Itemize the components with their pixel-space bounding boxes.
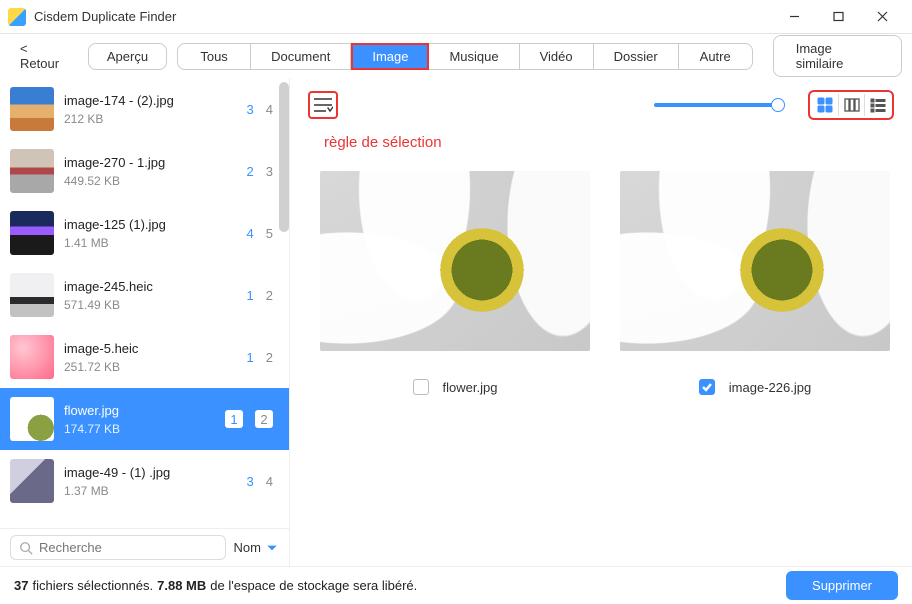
minimize-button[interactable] bbox=[772, 0, 816, 34]
preview-image bbox=[620, 171, 890, 351]
search-input[interactable] bbox=[10, 535, 226, 560]
list-item[interactable]: image-245.heic 571.49 KB 12 bbox=[0, 264, 289, 326]
grid-icon bbox=[817, 97, 833, 113]
file-list[interactable]: image-174 - (2).jpg 212 KB 34 image-270 … bbox=[0, 78, 289, 528]
thumbnail-icon bbox=[10, 273, 54, 317]
list-item[interactable]: image-49 - (1) .jpg 1.37 MB 34 bbox=[0, 450, 289, 512]
count-selected: 4 bbox=[247, 226, 254, 241]
select-checkbox[interactable] bbox=[699, 379, 715, 395]
file-name: image-245.heic bbox=[64, 279, 237, 294]
count-total: 2 bbox=[266, 288, 273, 303]
file-size: 251.72 KB bbox=[64, 360, 237, 374]
list-item[interactable]: image-174 - (2).jpg 212 KB 34 bbox=[0, 78, 289, 140]
tab-music[interactable]: Musique bbox=[429, 43, 519, 70]
list-item[interactable]: image-270 - 1.jpg 449.52 KB 23 bbox=[0, 140, 289, 202]
sort-label: Nom bbox=[234, 540, 261, 555]
file-name: image-49 - (1) .jpg bbox=[64, 465, 237, 480]
preview-image bbox=[320, 171, 590, 351]
preview-card[interactable]: image-226.jpg bbox=[620, 171, 890, 395]
selection-rule-label: règle de sélection bbox=[324, 134, 894, 151]
selected-count-suffix: fichiers sélectionnés. bbox=[32, 578, 153, 593]
window-title: Cisdem Duplicate Finder bbox=[34, 9, 772, 24]
similar-image-button[interactable]: Image similaire bbox=[773, 35, 902, 77]
thumbnail-icon bbox=[10, 87, 54, 131]
preview-button[interactable]: Aperçu bbox=[88, 43, 167, 70]
file-name: image-125 (1).jpg bbox=[64, 217, 237, 232]
preview-grid: flower.jpg image-226.jpg bbox=[320, 171, 894, 395]
file-name: image-270 - 1.jpg bbox=[64, 155, 237, 170]
thumbnail-icon bbox=[10, 335, 54, 379]
list-item[interactable]: flower.jpg 174.77 KB 12 bbox=[0, 388, 289, 450]
count-total: 5 bbox=[266, 226, 273, 241]
view-columns-button[interactable] bbox=[838, 94, 864, 116]
app-logo-icon bbox=[8, 8, 26, 26]
toolbar: < Retour Aperçu Tous Document Image Musi… bbox=[0, 34, 912, 78]
count-selected: 3 bbox=[247, 102, 254, 117]
thumbnail-icon bbox=[10, 397, 54, 441]
tab-document[interactable]: Document bbox=[251, 43, 351, 70]
file-size: 212 KB bbox=[64, 112, 237, 126]
tab-other[interactable]: Autre bbox=[679, 43, 753, 70]
count-total: 2 bbox=[255, 410, 273, 428]
search-icon bbox=[19, 541, 33, 555]
title-bar: Cisdem Duplicate Finder bbox=[0, 0, 912, 34]
count-selected: 1 bbox=[247, 350, 254, 365]
preview-filename: flower.jpg bbox=[443, 380, 498, 395]
list-item[interactable]: image-125 (1).jpg 1.41 MB 45 bbox=[0, 202, 289, 264]
close-button[interactable] bbox=[860, 0, 904, 34]
scrollbar[interactable] bbox=[279, 82, 289, 232]
selection-rule-button[interactable] bbox=[308, 91, 338, 119]
file-size: 1.37 MB bbox=[64, 484, 237, 498]
back-button[interactable]: < Retour bbox=[10, 35, 78, 77]
sort-dropdown[interactable]: Nom bbox=[234, 540, 279, 555]
main-area: image-174 - (2).jpg 212 KB 34 image-270 … bbox=[0, 78, 912, 566]
tab-video[interactable]: Vidéo bbox=[520, 43, 594, 70]
view-grid-button[interactable] bbox=[812, 94, 838, 116]
zoom-slider[interactable] bbox=[352, 103, 794, 107]
file-size: 449.52 KB bbox=[64, 174, 237, 188]
count-total: 3 bbox=[266, 164, 273, 179]
status-bar: 37 fichiers sélectionnés. 7.88 MB de l'e… bbox=[0, 566, 912, 604]
count-total: 4 bbox=[266, 102, 273, 117]
count-selected: 1 bbox=[225, 410, 243, 428]
view-mode-group bbox=[808, 90, 894, 120]
thumbnail-icon bbox=[10, 211, 54, 255]
file-name: image-174 - (2).jpg bbox=[64, 93, 237, 108]
file-name: image-5.heic bbox=[64, 341, 237, 356]
count-total: 2 bbox=[266, 350, 273, 365]
freed-size: 7.88 MB bbox=[157, 578, 206, 593]
file-size: 174.77 KB bbox=[64, 422, 215, 436]
count-total: 4 bbox=[266, 474, 273, 489]
sidebar: image-174 - (2).jpg 212 KB 34 image-270 … bbox=[0, 78, 290, 566]
select-checkbox[interactable] bbox=[413, 379, 429, 395]
file-size: 1.41 MB bbox=[64, 236, 237, 250]
delete-button[interactable]: Supprimer bbox=[786, 571, 898, 600]
thumbnail-icon bbox=[10, 149, 54, 193]
thumbnail-icon bbox=[10, 459, 54, 503]
preview-card[interactable]: flower.jpg bbox=[320, 171, 590, 395]
columns-icon bbox=[844, 97, 860, 113]
view-list-button[interactable] bbox=[864, 94, 890, 116]
file-name: flower.jpg bbox=[64, 403, 215, 418]
count-selected: 3 bbox=[247, 474, 254, 489]
count-selected: 1 bbox=[247, 288, 254, 303]
count-selected: 2 bbox=[247, 164, 254, 179]
file-size: 571.49 KB bbox=[64, 298, 237, 312]
freed-size-suffix: de l'espace de stockage sera libéré. bbox=[210, 578, 417, 593]
category-tabs: Tous Document Image Musique Vidéo Dossie… bbox=[177, 43, 753, 70]
sidebar-bottom-bar: Nom bbox=[0, 528, 289, 566]
tab-folder[interactable]: Dossier bbox=[594, 43, 679, 70]
selected-count: 37 bbox=[14, 578, 28, 593]
list-icon bbox=[870, 97, 886, 113]
check-icon bbox=[702, 382, 712, 392]
list-item[interactable]: image-5.heic 251.72 KB 12 bbox=[0, 326, 289, 388]
detail-pane: règle de sélection flower.jpg image-226.… bbox=[290, 78, 912, 566]
tab-all[interactable]: Tous bbox=[177, 43, 251, 70]
preview-filename: image-226.jpg bbox=[729, 380, 811, 395]
search-field[interactable] bbox=[39, 540, 217, 555]
maximize-button[interactable] bbox=[816, 0, 860, 34]
chevron-down-icon bbox=[265, 541, 279, 555]
tab-image[interactable]: Image bbox=[351, 43, 429, 70]
